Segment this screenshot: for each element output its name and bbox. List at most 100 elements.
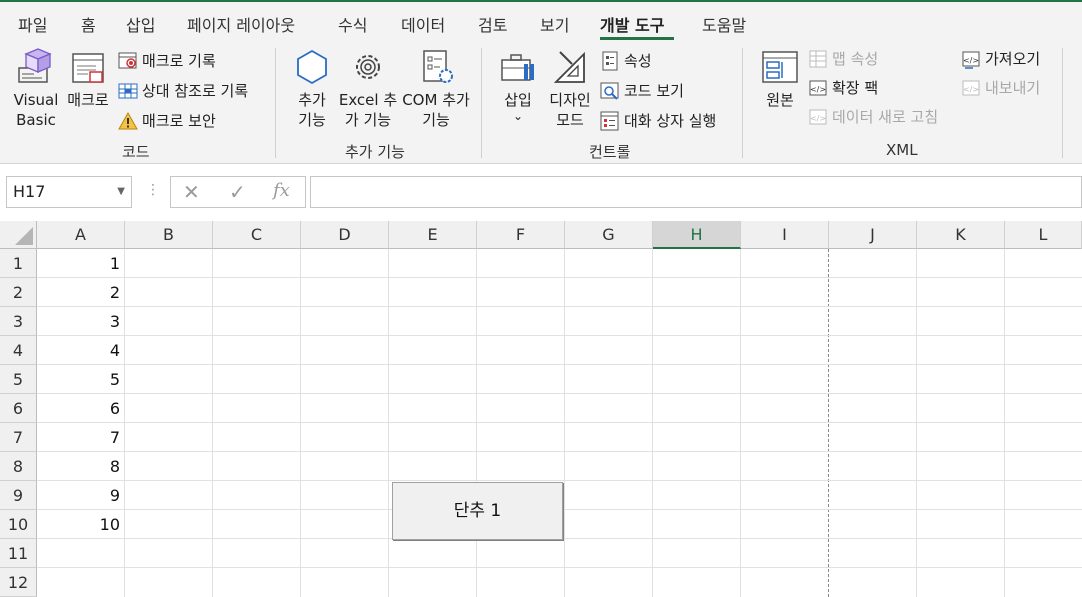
gridline [37,393,1082,394]
tab-home[interactable]: 홈 [81,12,96,36]
visual-basic-icon [18,48,52,83]
cell-a1[interactable]: 1 [37,249,124,278]
column-header-c[interactable]: C [213,221,301,249]
addins-label: 추가 기능 [298,91,326,129]
form-control-button[interactable]: 단추 1 [392,482,563,540]
formula-bar: H17 ▼ ⋮ ✕ ✓ fx [0,163,1082,221]
macros-label: 매크로 [67,91,109,109]
cell-a6[interactable]: 6 [37,394,124,423]
record-macro-button[interactable]: 매크로 기록 [118,49,216,73]
insert-control-button[interactable]: 삽입 ⌄ [498,48,538,122]
formula-bar-resize-handle[interactable]: ⋮ [146,182,160,198]
column-header-e[interactable]: E [389,221,477,249]
tab-formulas[interactable]: 수식 [338,12,367,36]
column-header-i[interactable]: I [741,221,829,249]
run-dialog-icon [600,111,619,131]
macro-security-button[interactable]: 매크로 보안 [118,109,216,133]
name-box[interactable]: H17 ▼ [6,176,132,208]
design-mode-button[interactable]: 디자인 모드 [546,48,594,130]
column-header-b[interactable]: B [125,221,213,249]
column-header-a[interactable]: A [37,221,125,249]
tab-review[interactable]: 검토 [478,12,507,36]
properties-button[interactable]: 속성 [600,49,652,73]
gridline [37,277,1082,278]
view-code-button[interactable]: 코드 보기 [600,79,684,103]
cell-a8[interactable]: 8 [37,452,124,481]
cancel-icon[interactable]: ✕ [183,180,200,204]
xml-export-label: 내보내기 [985,79,1041,97]
tab-page-layout[interactable]: 페이지 레이아웃 [187,12,295,36]
gridline [37,335,1082,336]
tab-developer[interactable]: 개발 도구 [600,12,664,36]
addins-button[interactable]: 추가 기능 [290,48,334,130]
cell-a4[interactable]: 4 [37,336,124,365]
group-separator [742,48,743,158]
tab-data[interactable]: 데이터 [401,12,445,36]
worksheet-grid[interactable]: A B C D E F G H I J K L 1 2 3 4 5 6 7 8 … [0,221,1082,597]
map-properties-button[interactable]: 맵 속성 [808,47,878,71]
com-addins-button[interactable]: COM 추가 기능 [402,48,470,130]
com-addins-icon [423,50,453,83]
visual-basic-label: Visual Basic [13,91,59,129]
relative-reference-label: 상대 참조로 기록 [142,82,249,100]
column-header-g[interactable]: G [565,221,653,249]
ribbon: 파일 홈 삽입 페이지 레이아웃 수식 데이터 검토 보기 개발 도구 도움말 … [0,0,1082,163]
group-label-code: 코드 [122,143,150,161]
macros-button[interactable]: 매크로 [64,48,112,110]
column-header-j[interactable]: J [829,221,917,249]
cell-a5[interactable]: 5 [37,365,124,394]
cell-a7[interactable]: 7 [37,423,124,452]
gridline [37,567,1082,568]
chevron-down-icon[interactable]: ▼ [117,177,125,207]
row-header-8[interactable]: 8 [0,452,37,481]
visual-basic-button[interactable]: Visual Basic [10,48,62,130]
xml-source-button[interactable]: 원본 [758,48,802,110]
cell-a9[interactable]: 9 [37,481,124,510]
xml-export-button[interactable]: </> 내보내기 [961,76,1040,100]
gridline [300,249,301,597]
tab-insert[interactable]: 삽입 [126,12,155,36]
excel-addins-button[interactable]: Excel 추가 기능 [338,48,398,130]
refresh-data-icon: </> [809,109,827,125]
enter-icon[interactable]: ✓ [229,180,246,204]
gridline [37,306,1082,307]
xml-import-button[interactable]: </> 가져오기 [961,47,1040,71]
row-header-7[interactable]: 7 [0,423,37,452]
row-header-10[interactable]: 10 [0,510,37,539]
insert-function-icon[interactable]: fx [273,180,290,201]
column-header-h[interactable]: H [653,221,741,249]
gridline [740,249,741,597]
refresh-data-button[interactable]: </> 데이터 새로 고침 [808,105,938,129]
row-header-1[interactable]: 1 [0,249,37,278]
row-header-6[interactable]: 6 [0,394,37,423]
map-properties-icon [809,50,827,68]
view-code-label: 코드 보기 [624,82,684,100]
row-header-9[interactable]: 9 [0,481,37,510]
column-header-l[interactable]: L [1005,221,1082,249]
row-header-2[interactable]: 2 [0,278,37,307]
column-header-f[interactable]: F [477,221,565,249]
column-header-k[interactable]: K [917,221,1005,249]
row-header-3[interactable]: 3 [0,307,37,336]
group-label-xml: XML [886,141,918,159]
svg-text:</>: </> [810,85,826,94]
cell-a3[interactable]: 3 [37,307,124,336]
xml-source-icon [762,51,798,83]
run-dialog-button[interactable]: 대화 상자 실행 [600,109,716,133]
row-header-12[interactable]: 12 [0,568,37,597]
select-all-button[interactable] [0,221,37,249]
tab-view[interactable]: 보기 [540,12,569,36]
cell-a10[interactable]: 10 [37,510,124,539]
relative-reference-button[interactable]: 상대 참조로 기록 [118,79,248,103]
formula-input[interactable] [310,176,1082,208]
column-header-d[interactable]: D [301,221,389,249]
row-header-4[interactable]: 4 [0,336,37,365]
active-tab-indicator [600,37,674,40]
expansion-packs-button[interactable]: </> 확장 팩 [808,76,878,100]
tab-help[interactable]: 도움말 [702,12,746,36]
tab-file[interactable]: 파일 [18,12,47,36]
row-header-11[interactable]: 11 [0,539,37,568]
row-header-5[interactable]: 5 [0,365,37,394]
run-dialog-label: 대화 상자 실행 [624,112,717,130]
cell-a2[interactable]: 2 [37,278,124,307]
